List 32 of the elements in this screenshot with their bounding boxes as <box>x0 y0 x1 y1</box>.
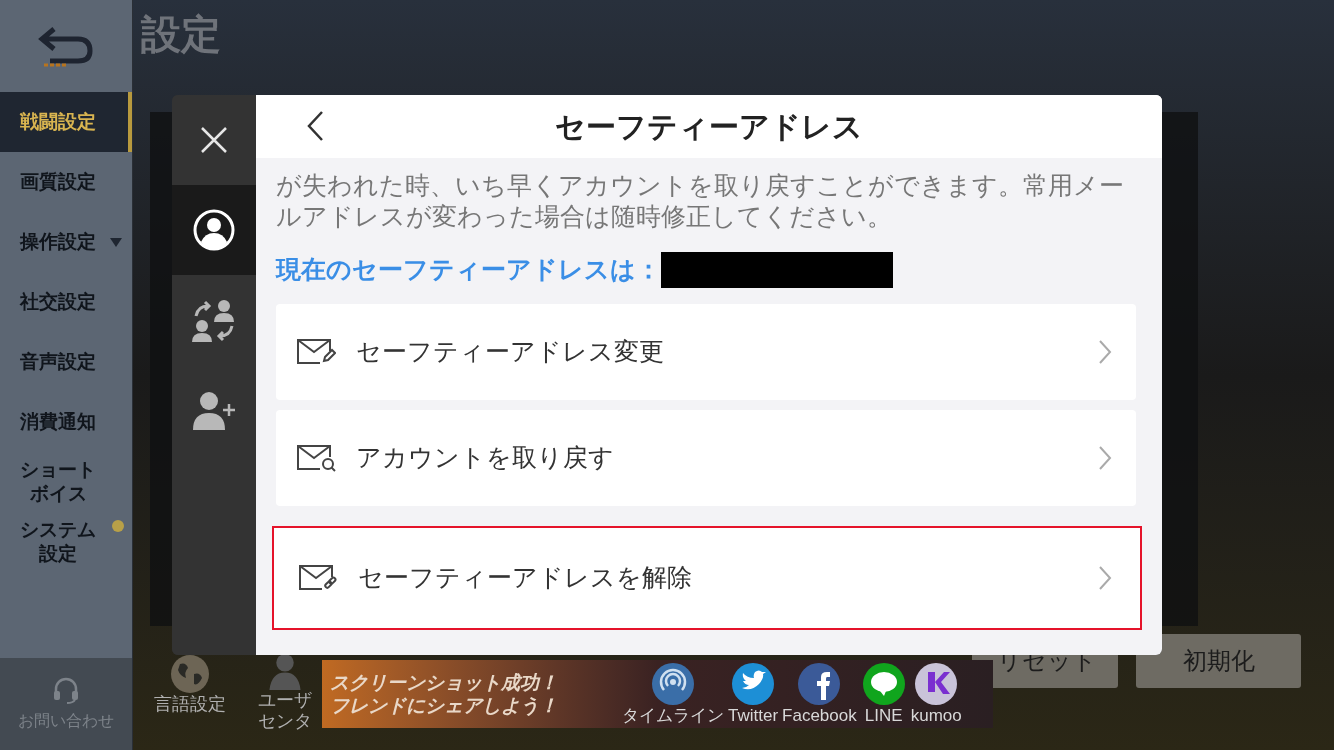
mail-link-icon <box>298 563 338 593</box>
user-icon <box>269 654 301 690</box>
globe-icon <box>170 654 210 694</box>
chevron-right-icon <box>1098 339 1112 365</box>
chevron-right-icon <box>1098 445 1112 471</box>
option-row[interactable]: セーフティーアドレス変更 <box>276 304 1136 400</box>
share-target[interactable]: Facebook <box>780 662 859 726</box>
chevron-right-icon <box>1098 565 1112 591</box>
share-target[interactable]: kumoo <box>908 662 964 726</box>
sidebar-item[interactable]: 戦闘設定 <box>0 92 132 152</box>
share-message: スクリーンショット成功！フレンドにシェアしよう！ <box>330 671 559 717</box>
share-target[interactable]: Twitter <box>726 662 781 726</box>
modal-title: セーフティーアドレス <box>555 109 863 145</box>
dropdown-caret-icon <box>110 238 122 247</box>
mail-search-icon <box>296 443 336 473</box>
chevron-left-icon <box>306 110 324 142</box>
sidebar-tab[interactable] <box>172 185 256 275</box>
mail-edit-icon <box>296 337 336 367</box>
close-icon <box>199 125 229 155</box>
current-address-label: 現在のセーフティーアドレスは： <box>276 254 661 286</box>
page-title: 設定 <box>141 12 221 56</box>
share-target[interactable]: LINE <box>858 662 909 726</box>
option-row[interactable]: アカウントを取り戻す <box>276 410 1136 506</box>
switch-accounts-icon <box>192 298 236 342</box>
bottom-link[interactable]: ユーザセンタ <box>255 654 315 732</box>
intro-text: が失われた時、いち早くアカウントを取り戻すことができます。常用メールアドレスが変わった場合は随時修正してください。 <box>276 170 1125 232</box>
profile-icon <box>193 209 235 251</box>
bottom-link[interactable]: 言語設定 <box>150 654 230 732</box>
add-user-icon <box>193 390 235 430</box>
option-row[interactable]: セーフティーアドレスを解除 <box>272 526 1142 630</box>
headset-icon <box>51 675 81 705</box>
share-target[interactable]: タイムライン <box>620 662 726 726</box>
